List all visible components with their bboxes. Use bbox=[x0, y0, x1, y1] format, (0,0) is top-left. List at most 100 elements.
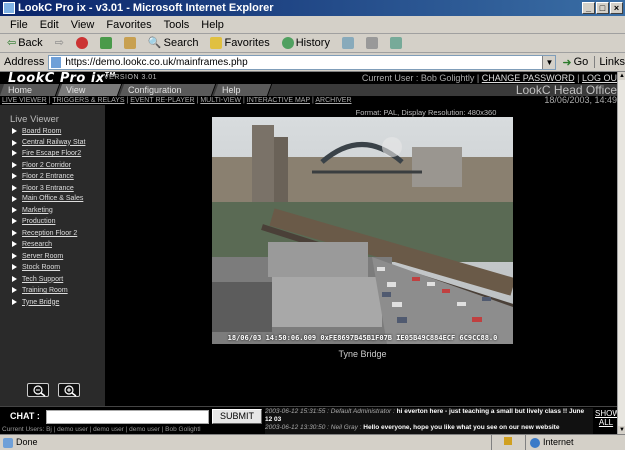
main-nav: Home View Configuration Help LookC Head … bbox=[0, 84, 617, 96]
address-bar: Address https://demo.lookc.co.uk/mainfra… bbox=[0, 53, 625, 72]
menu-tools[interactable]: Tools bbox=[158, 16, 196, 33]
camera-item-stock-room[interactable]: Stock Room bbox=[12, 263, 102, 272]
scroll-down-arrow-icon[interactable]: ▼ bbox=[618, 426, 625, 434]
subnav-interactive-map[interactable]: INTERACTIVE MAP bbox=[247, 97, 310, 104]
mail-icon bbox=[341, 37, 354, 49]
camera-item-marketing[interactable]: Marketing bbox=[12, 206, 102, 215]
subnav-multi-view[interactable]: MULTI-VIEW bbox=[200, 97, 241, 104]
favorites-label: Favorites bbox=[224, 36, 270, 49]
zoom-out-button[interactable] bbox=[27, 383, 49, 397]
camera-sidebar: Live Viewer Board Room Central Railway S… bbox=[0, 105, 105, 406]
camera-item-central-railway[interactable]: Central Railway Stat bbox=[12, 139, 102, 147]
camera-feed[interactable]: 18/06/03 14:50:06.009 0xFE8697B45B1F07B … bbox=[212, 117, 513, 344]
go-arrow-icon: ➜ bbox=[562, 56, 572, 69]
address-dropdown-button[interactable]: ▼ bbox=[542, 55, 556, 69]
change-password-link[interactable]: CHANGE PASSWORD bbox=[482, 73, 575, 83]
chat-message: 2003-06-12 15:31:55 : Default Administra… bbox=[265, 408, 593, 424]
subnav-archiver[interactable]: ARCHIVER bbox=[315, 97, 351, 104]
camera-item-fire-escape[interactable]: Fire Escape Floor2 bbox=[12, 149, 102, 158]
tab-home[interactable]: Home bbox=[0, 84, 61, 96]
menu-view[interactable]: View bbox=[65, 16, 101, 33]
history-button[interactable]: History bbox=[279, 34, 333, 53]
close-button[interactable]: × bbox=[610, 2, 623, 14]
title-bar: LookC Pro ix - v3.01 - Microsoft Interne… bbox=[0, 0, 625, 16]
toolbar: ⇦ Back ⇨ 🔍 Search Favorites History bbox=[0, 34, 625, 53]
print-icon bbox=[365, 37, 378, 49]
menu-favorites[interactable]: Favorites bbox=[100, 16, 157, 33]
format-info: Format: PAL, Display Resolution: 480x360 bbox=[355, 108, 497, 117]
camera-item-main-office[interactable]: Main Office & Sales bbox=[12, 195, 102, 203]
scroll-up-arrow-icon[interactable]: ▲ bbox=[618, 72, 625, 80]
home-tab-label: Home bbox=[8, 85, 33, 95]
back-arrow-icon: ⇦ bbox=[7, 36, 17, 49]
search-label: Search bbox=[163, 36, 199, 49]
page-done-icon bbox=[3, 437, 13, 448]
camera-item-server-room[interactable]: Server Room bbox=[12, 252, 102, 261]
internet-zone-icon bbox=[530, 437, 540, 448]
current-user-text: Current User : Bob Golightly | bbox=[361, 73, 480, 83]
camera-name: Tyne Bridge bbox=[338, 349, 387, 359]
back-label: Back bbox=[18, 36, 43, 49]
subnav-event-replayer[interactable]: EVENT RE-PLAYER bbox=[130, 97, 194, 104]
camera-item-tech-support[interactable]: Tech Support bbox=[12, 275, 102, 284]
camera-item-floor2-entrance[interactable]: Floor 2 Entrance bbox=[12, 172, 102, 181]
status-lock-area bbox=[491, 435, 525, 450]
search-button[interactable]: 🔍 Search bbox=[145, 34, 202, 53]
camera-item-board-room[interactable]: Board Room bbox=[12, 127, 102, 136]
back-button[interactable]: ⇦ Back bbox=[4, 34, 46, 53]
camera-item-research[interactable]: Research bbox=[12, 240, 102, 249]
stop-icon bbox=[75, 37, 88, 49]
camera-item-tyne-bridge[interactable]: Tyne Bridge bbox=[12, 298, 102, 307]
configuration-tab-label: Configuration bbox=[128, 85, 182, 95]
minimize-button[interactable]: _ bbox=[582, 2, 595, 14]
links-button[interactable]: Links bbox=[594, 56, 625, 68]
menu-help[interactable]: Help bbox=[195, 16, 230, 33]
home-button[interactable] bbox=[121, 37, 139, 49]
tab-help[interactable]: Help bbox=[213, 84, 273, 96]
camera-item-production[interactable]: Production bbox=[12, 217, 102, 226]
forward-arrow-icon: ⇨ bbox=[54, 36, 64, 49]
print-button[interactable] bbox=[363, 37, 381, 49]
subnav-triggers-relays[interactable]: TRIGGERS & RELAYS bbox=[52, 97, 124, 104]
submit-button[interactable]: SUBMIT bbox=[212, 409, 262, 424]
stop-button[interactable] bbox=[73, 37, 91, 49]
go-button[interactable]: ➜ Go bbox=[562, 56, 588, 69]
address-url: https://demo.lookc.co.uk/mainframes.php bbox=[65, 56, 248, 68]
favorites-button[interactable]: Favorites bbox=[207, 34, 272, 53]
chat-message-text: Hello everyone, hope you like what you s… bbox=[363, 424, 560, 431]
show-all-link[interactable]: SHOW ALL bbox=[595, 409, 617, 427]
tab-configuration[interactable]: Configuration bbox=[119, 84, 217, 96]
subnav-live-viewer[interactable]: LIVE VIEWER bbox=[2, 97, 47, 104]
menu-file[interactable]: File bbox=[4, 16, 34, 33]
chat-panel: CHAT : SUBMIT Current Users: Bj | demo u… bbox=[0, 406, 617, 434]
menu-edit[interactable]: Edit bbox=[34, 16, 65, 33]
camera-item-floor2-corridor[interactable]: Floor 2 Corridor bbox=[12, 161, 102, 170]
refresh-button[interactable] bbox=[97, 37, 115, 49]
chat-messages: 2003-06-12 15:31:55 : Default Administra… bbox=[265, 408, 593, 434]
camera-item-reception-floor2[interactable]: Reception Floor 2 bbox=[12, 229, 102, 238]
zoom-out-icon bbox=[33, 385, 46, 397]
history-label: History bbox=[295, 36, 330, 49]
maximize-button[interactable]: □ bbox=[596, 2, 609, 14]
app-version: VERSION 3.01 bbox=[104, 74, 158, 81]
view-tab-label: View bbox=[66, 85, 86, 95]
tab-view[interactable]: View bbox=[57, 84, 123, 96]
camera-list: Board Room Central Railway Stat Fire Esc… bbox=[12, 127, 102, 309]
current-date: 18/06/2003, 14:49 bbox=[544, 95, 617, 105]
camera-item-training-room[interactable]: Training Room bbox=[12, 286, 102, 295]
logout-link[interactable]: LOG OU bbox=[582, 73, 617, 83]
mail-button[interactable] bbox=[339, 37, 357, 49]
forward-button[interactable]: ⇨ bbox=[52, 34, 67, 53]
edit-button[interactable] bbox=[387, 37, 405, 49]
zoom-in-button[interactable] bbox=[58, 383, 80, 397]
chat-label: CHAT : bbox=[10, 411, 40, 421]
search-icon: 🔍 bbox=[147, 36, 162, 49]
camera-item-floor3-entrance[interactable]: Floor 3 Entrance bbox=[12, 184, 102, 193]
favorites-icon bbox=[210, 37, 223, 49]
address-input[interactable]: https://demo.lookc.co.uk/mainframes.php … bbox=[48, 54, 557, 70]
current-users: Current Users: Bj | demo user | demo use… bbox=[2, 426, 201, 433]
chat-input[interactable] bbox=[46, 410, 209, 424]
page-icon bbox=[51, 56, 62, 68]
vertical-scrollbar[interactable]: ▲ ▼ bbox=[617, 72, 625, 434]
chat-message-meta: 2003-06-12 15:31:55 : Default Administra… bbox=[265, 408, 395, 415]
